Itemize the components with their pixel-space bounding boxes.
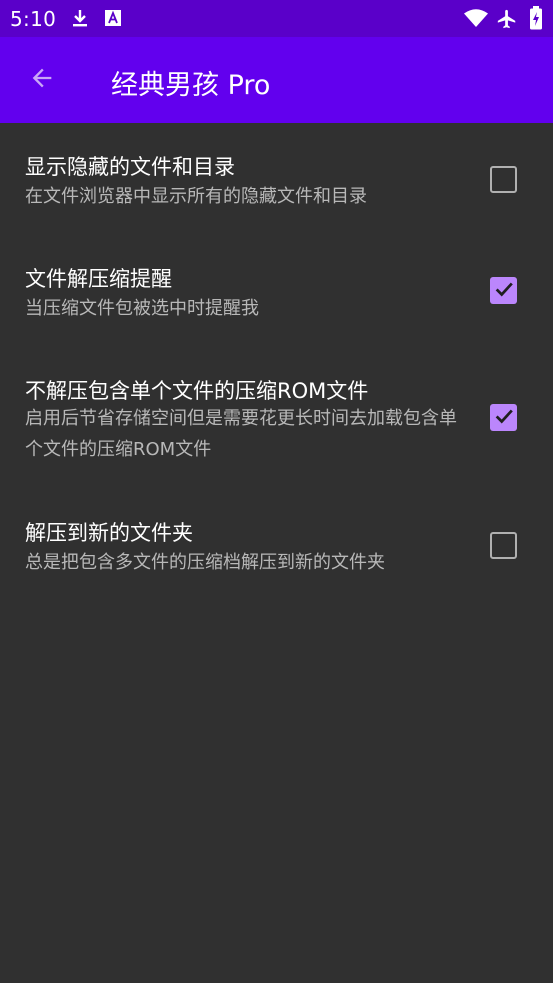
pref-title: 显示隐藏的文件和目录: [25, 155, 235, 179]
back-button[interactable]: [18, 56, 66, 104]
wifi-icon: [463, 8, 489, 32]
show-hidden-files-checkbox[interactable]: [490, 166, 517, 193]
app-bar: 经典男孩 Pro: [0, 37, 553, 123]
status-bar: 5:10: [0, 0, 553, 37]
pref-title: 解压到新的文件夹: [25, 521, 193, 545]
status-time: 5:10: [10, 7, 57, 31]
pref-title: 不解压包含单个文件的压缩ROM文件: [25, 379, 369, 403]
arrow-back-icon: [28, 64, 56, 96]
extract-reminder-checkbox[interactable]: [490, 277, 517, 304]
download-icon: [70, 8, 90, 32]
pref-no-extract-single-rom[interactable]: 不解压包含单个文件的压缩ROM文件 启用后节省存储空间但是需要花更长时间去加载包…: [0, 367, 553, 497]
pref-summary: 启用后节省存储空间但是需要花更长时间去加载包含单个文件的压缩ROM文件: [25, 408, 457, 460]
pref-summary: 在文件浏览器中显示所有的隐藏文件和目录: [25, 186, 367, 207]
battery-icon: [529, 6, 543, 34]
airplane-icon: [496, 8, 518, 34]
pref-show-hidden-files[interactable]: 显示隐藏的文件和目录 在文件浏览器中显示所有的隐藏文件和目录: [0, 143, 553, 243]
pref-summary: 当压缩文件包被选中时提醒我: [25, 298, 259, 319]
pref-title: 文件解压缩提醒: [25, 267, 172, 291]
a-notification-icon: [104, 8, 122, 32]
pref-extract-reminder[interactable]: 文件解压缩提醒 当压缩文件包被选中时提醒我: [0, 255, 553, 355]
pref-summary: 总是把包含多文件的压缩档解压到新的文件夹: [25, 552, 385, 573]
checkmark-icon: [493, 405, 515, 431]
extract-to-new-folder-checkbox[interactable]: [490, 532, 517, 559]
no-extract-single-rom-checkbox[interactable]: [490, 404, 517, 431]
page-title: 经典男孩 Pro: [111, 70, 271, 101]
pref-extract-to-new-folder[interactable]: 解压到新的文件夹 总是把包含多文件的压缩档解压到新的文件夹: [0, 509, 553, 609]
checkmark-icon: [493, 278, 515, 304]
